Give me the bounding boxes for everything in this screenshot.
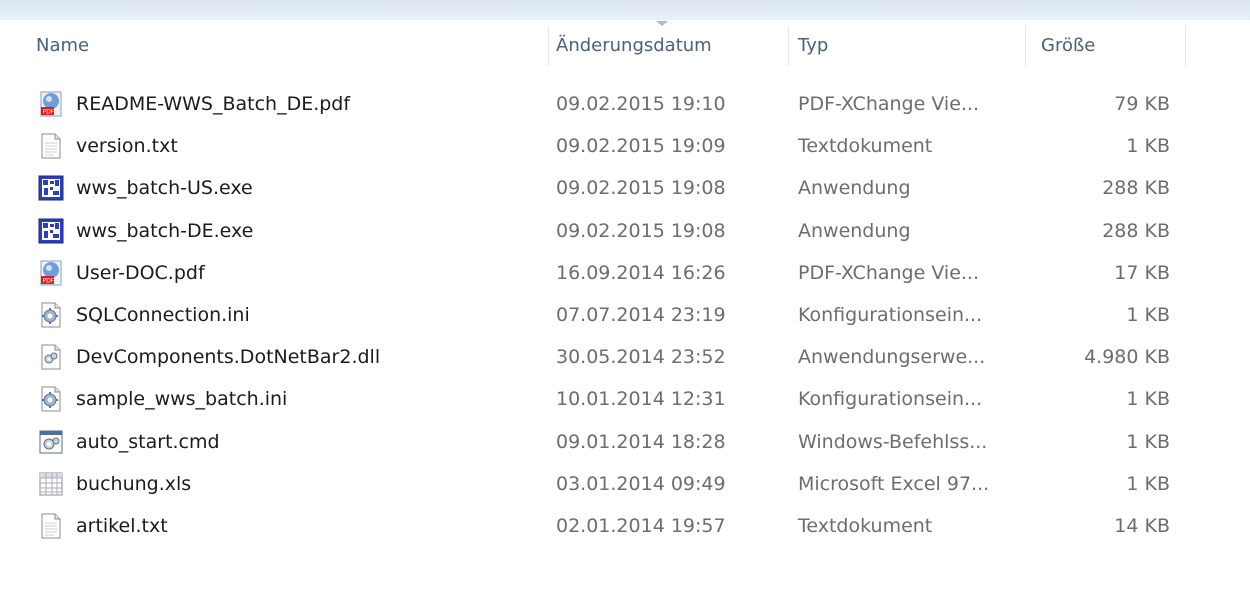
column-header-name[interactable]: Name: [28, 22, 548, 70]
column-header-size[interactable]: Größe: [1033, 22, 1183, 70]
file-row[interactable]: version.txt 09.02.2015 19:09 Textdokument 1…: [0, 125, 1250, 167]
file-row[interactable]: sample_wws_batch.ini 10.01.2014 12:31 Konf…: [0, 378, 1250, 420]
svg-text:PDF: PDF: [43, 277, 55, 284]
file-size: 1 KB: [1126, 430, 1170, 453]
file-type: Textdokument: [798, 135, 933, 158]
file-type: Microsoft Excel 97...: [798, 472, 990, 495]
file-size: 17 KB: [1114, 261, 1170, 284]
column-header-type[interactable]: Typ: [790, 22, 1025, 70]
file-type: PDF-XChange Vie...: [798, 261, 980, 284]
file-name: sample_wws_batch.ini: [76, 388, 288, 411]
spreadsheet-icon: [38, 471, 64, 497]
file-row[interactable]: wws_batch-DE.exe 09.02.2015 19:08 Anwendun…: [0, 210, 1250, 252]
file-name: SQLConnection.ini: [76, 303, 250, 326]
pdf-icon: PDF: [38, 260, 64, 286]
file-row[interactable]: SQLConnection.ini 07.07.2014 23:19 Konfigu…: [0, 294, 1250, 336]
application-icon: [38, 218, 64, 244]
application-icon: [38, 175, 64, 201]
config-file-icon: [38, 302, 64, 328]
file-modified-date: 09.01.2014 18:28: [556, 430, 726, 453]
file-modified-date: 30.05.2014 23:52: [556, 346, 726, 369]
file-name: version.txt: [76, 135, 178, 158]
toolbar-strip: [0, 0, 1250, 20]
file-type: Textdokument: [798, 514, 933, 537]
file-size: 1 KB: [1126, 472, 1170, 495]
column-header-date[interactable]: Änderungsdatum: [548, 22, 788, 70]
column-header-type-label: Typ: [798, 35, 829, 56]
file-row[interactable]: wws_batch-US.exe 09.02.2015 19:08 Anwendun…: [0, 167, 1250, 209]
file-name: DevComponents.DotNetBar2.dll: [76, 346, 381, 369]
column-divider[interactable]: [788, 26, 789, 66]
file-size: 79 KB: [1114, 93, 1170, 115]
column-header-name-label: Name: [36, 35, 90, 56]
file-size: 1 KB: [1126, 303, 1170, 326]
text-file-icon: [38, 133, 64, 159]
column-divider[interactable]: [1185, 26, 1186, 66]
file-modified-date: 03.01.2014 09:49: [556, 472, 726, 495]
file-size: 288 KB: [1102, 219, 1170, 242]
column-header: Name Änderungsdatum Typ Größe: [0, 22, 1250, 70]
pdf-icon: PDF: [38, 91, 64, 117]
dll-icon: [38, 344, 64, 370]
file-modified-date: 07.07.2014 23:19: [556, 303, 726, 326]
file-list: PDF README-WWS_Batch_DE.pdf 09.02.2015 19:…: [0, 83, 1250, 547]
cmd-script-icon: [38, 429, 64, 455]
file-row[interactable]: PDF README-WWS_Batch_DE.pdf 09.02.2015 19:…: [0, 83, 1250, 125]
file-name: wws_batch-DE.exe: [76, 219, 254, 242]
file-type: Windows-Befehlss...: [798, 430, 988, 453]
config-file-icon: [38, 386, 64, 412]
file-type: Konfigurationsein...: [798, 303, 983, 326]
file-modified-date: 09.02.2015 19:10: [556, 93, 726, 115]
file-type: Konfigurationsein...: [798, 388, 983, 411]
column-header-size-label: Größe: [1041, 35, 1096, 56]
file-modified-date: 16.09.2014 16:26: [556, 261, 726, 284]
file-name: README-WWS_Batch_DE.pdf: [76, 93, 351, 115]
file-type: Anwendung: [798, 177, 911, 200]
text-file-icon: [38, 513, 64, 539]
file-modified-date: 02.01.2014 19:57: [556, 514, 726, 537]
file-name: User-DOC.pdf: [76, 261, 205, 284]
svg-text:PDF: PDF: [43, 109, 55, 116]
file-row[interactable]: DevComponents.DotNetBar2.dll 30.05.2014 2…: [0, 336, 1250, 378]
file-type: PDF-XChange Vie...: [798, 93, 980, 115]
file-type: Anwendungserwe...: [798, 346, 986, 369]
file-name: artikel.txt: [76, 514, 168, 537]
file-row[interactable]: auto_start.cmd 09.01.2014 18:28 Windows-Be…: [0, 421, 1250, 463]
column-header-date-label: Änderungsdatum: [556, 35, 712, 56]
file-row[interactable]: artikel.txt 02.01.2014 19:57 Textdokument 1…: [0, 505, 1250, 547]
file-size: 1 KB: [1126, 135, 1170, 158]
file-row[interactable]: buchung.xls 03.01.2014 09:49 Microsoft Exc…: [0, 463, 1250, 505]
file-size: 14 KB: [1114, 514, 1170, 537]
file-name: wws_batch-US.exe: [76, 177, 253, 200]
file-name: buchung.xls: [76, 472, 192, 495]
file-modified-date: 09.02.2015 19:08: [556, 219, 726, 242]
file-type: Anwendung: [798, 219, 911, 242]
file-modified-date: 10.01.2014 12:31: [556, 388, 726, 411]
file-size: 4.980 KB: [1084, 346, 1170, 369]
file-size: 288 KB: [1102, 177, 1170, 200]
column-divider[interactable]: [1025, 26, 1026, 66]
file-modified-date: 09.02.2015 19:08: [556, 177, 726, 200]
file-row[interactable]: PDF User-DOC.pdf 16.09.2014 16:26 PDF-XChan…: [0, 252, 1250, 294]
file-name: auto_start.cmd: [76, 430, 220, 453]
file-size: 1 KB: [1126, 388, 1170, 411]
file-modified-date: 09.02.2015 19:09: [556, 135, 726, 158]
